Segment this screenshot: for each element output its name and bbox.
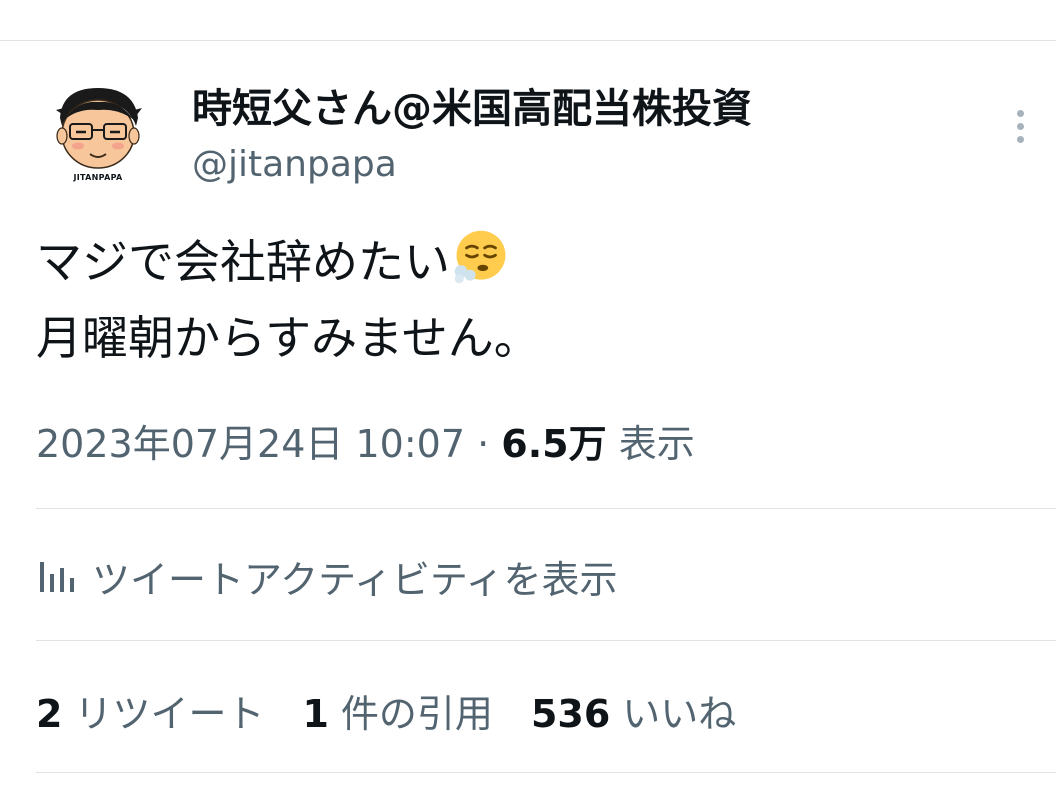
tweet-datetime[interactable]: 2023年07月24日 10:07 <box>36 422 465 466</box>
quotes-stat[interactable]: 1 件の引用 <box>302 683 492 738</box>
tweet-line-2: 月曜朝からすみません。 <box>36 311 540 365</box>
tweet-line-1-text: マジで会社辞めたい <box>36 235 450 289</box>
tweet-activity-label: ツイートアクティビティを表示 <box>92 557 618 602</box>
tweet-line-1: マジで会社辞めたい <box>36 224 1016 300</box>
tweet-activity-link[interactable]: ツイートアクティビティを表示 <box>36 546 618 606</box>
top-divider <box>0 40 1056 41</box>
more-dot-icon <box>1016 122 1024 130</box>
views-label: 表示 <box>618 422 695 466</box>
meta-separator: · <box>477 422 490 466</box>
retweets-stat[interactable]: 2 リツイート <box>36 683 264 738</box>
author-display-name[interactable]: 時短父さん@米国高配当株投資 <box>192 84 752 134</box>
face-exhaling-emoji-icon <box>454 230 506 284</box>
tweet-text: マジで会社辞めたい 月曜朝からすみません。 <box>36 224 1016 376</box>
engagement-stats: 2 リツイート 1 件の引用 536 いいね <box>36 680 774 740</box>
avatar-illustration <box>56 88 142 169</box>
avatar[interactable]: JITANPAPA <box>48 80 148 184</box>
views-count: 6.5万 <box>501 422 607 466</box>
tweet-meta: 2023年07月24日 10:07 · 6.5万 表示 <box>36 418 695 470</box>
retweets-label: リツイート <box>74 691 265 736</box>
divider <box>36 640 1056 641</box>
likes-stat[interactable]: 536 いいね <box>531 683 736 738</box>
more-dot-icon <box>1016 135 1024 143</box>
likes-label: いいね <box>622 691 737 736</box>
more-dot-icon <box>1016 109 1024 117</box>
author-handle[interactable]: @jitanpapa <box>192 142 397 188</box>
bar-chart-icon <box>40 562 74 592</box>
avatar-caption: JITANPAPA <box>73 173 123 182</box>
more-options-button[interactable] <box>1002 104 1038 148</box>
quotes-count: 1 <box>302 691 329 736</box>
retweets-count: 2 <box>36 691 63 736</box>
quotes-label: 件の引用 <box>340 691 493 736</box>
divider <box>36 772 1056 773</box>
divider <box>36 508 1056 509</box>
likes-count: 536 <box>530 691 611 736</box>
